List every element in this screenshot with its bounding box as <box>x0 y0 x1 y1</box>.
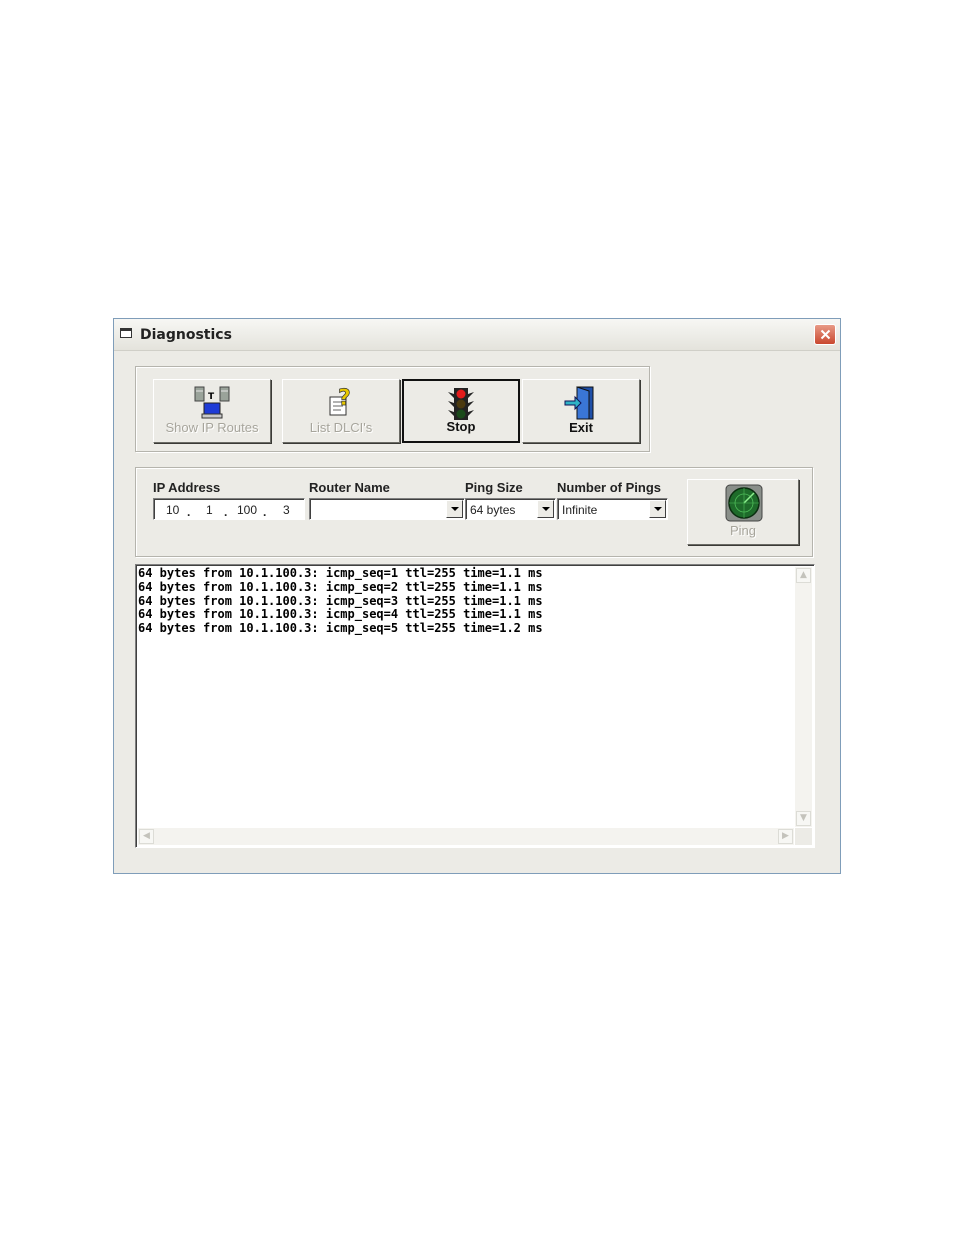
ip-octet-1[interactable]: 10 <box>166 503 179 517</box>
chevron-down-icon[interactable] <box>446 500 463 518</box>
ping-size-label: Ping Size <box>465 480 523 495</box>
exit-label: Exit <box>569 420 593 435</box>
chevron-down-icon[interactable] <box>537 500 554 518</box>
show-ip-routes-button[interactable]: T Show IP Routes <box>153 379 271 443</box>
list-dlcis-button[interactable]: ? List DLCI's <box>282 379 400 443</box>
stop-label: Stop <box>446 419 476 434</box>
toolbar-group: T Show IP Routes ? List DLCI's Stop Exit <box>135 366 650 452</box>
ip-address-label: IP Address <box>153 480 221 495</box>
scrollbar-corner <box>795 828 812 845</box>
list-dlcis-label: List DLCI's <box>309 420 373 435</box>
ip-dot: . <box>263 505 267 519</box>
ping-button[interactable]: Ping <box>687 479 799 545</box>
svg-text:?: ? <box>338 386 351 411</box>
ping-output-text: 64 bytes from 10.1.100.3: icmp_seq=1 ttl… <box>138 566 543 636</box>
stop-button[interactable]: Stop <box>402 379 520 443</box>
router-name-label: Router Name <box>309 480 390 495</box>
ping-settings-group: IP Address 10 . 1 . 100 . 3 Router Name … <box>135 467 813 557</box>
number-of-pings-dropdown[interactable]: Infinite <box>557 498 668 520</box>
chevron-down-icon[interactable] <box>649 500 666 518</box>
scroll-left-icon[interactable]: ◀ <box>139 829 154 844</box>
window-title: Diagnostics <box>140 327 232 343</box>
diagnostics-window: Diagnostics T Show IP Routes ? List DLCI… <box>113 318 841 874</box>
number-of-pings-value: Infinite <box>562 503 598 517</box>
ip-dot: . <box>187 505 191 519</box>
window-icon <box>120 328 132 338</box>
router-name-dropdown[interactable] <box>309 498 465 520</box>
traffic-light-icon <box>448 388 474 420</box>
exit-button[interactable]: Exit <box>522 379 640 443</box>
question-document-icon: ? <box>329 386 351 416</box>
ip-address-field[interactable]: 10 . 1 . 100 . 3 <box>153 498 305 520</box>
ip-octet-3[interactable]: 100 <box>237 503 257 517</box>
ip-dot: . <box>224 505 228 519</box>
scroll-up-icon[interactable]: ▲ <box>796 568 811 583</box>
exit-door-icon <box>564 386 594 420</box>
radar-icon <box>725 484 763 522</box>
ping-size-value: 64 bytes <box>470 503 516 517</box>
ip-octet-2[interactable]: 1 <box>206 503 213 517</box>
vertical-scrollbar[interactable]: ▲ ▼ <box>795 567 812 827</box>
scroll-right-icon[interactable]: ▶ <box>778 829 793 844</box>
ping-label: Ping <box>729 523 757 538</box>
show-ip-routes-label: Show IP Routes <box>165 420 259 435</box>
close-icon <box>820 329 830 340</box>
number-of-pings-label: Number of Pings <box>557 480 662 495</box>
ip-octet-4[interactable]: 3 <box>283 503 290 517</box>
scroll-down-icon[interactable]: ▼ <box>796 811 811 826</box>
svg-text:T: T <box>208 392 215 402</box>
horizontal-scrollbar[interactable]: ◀ ▶ <box>138 828 794 845</box>
ping-output-textarea[interactable]: 64 bytes from 10.1.100.3: icmp_seq=1 ttl… <box>135 564 815 848</box>
network-computers-icon: T <box>194 386 230 419</box>
close-button[interactable] <box>814 324 836 345</box>
ping-size-dropdown[interactable]: 64 bytes <box>465 498 556 520</box>
title-bar[interactable]: Diagnostics <box>114 319 840 351</box>
